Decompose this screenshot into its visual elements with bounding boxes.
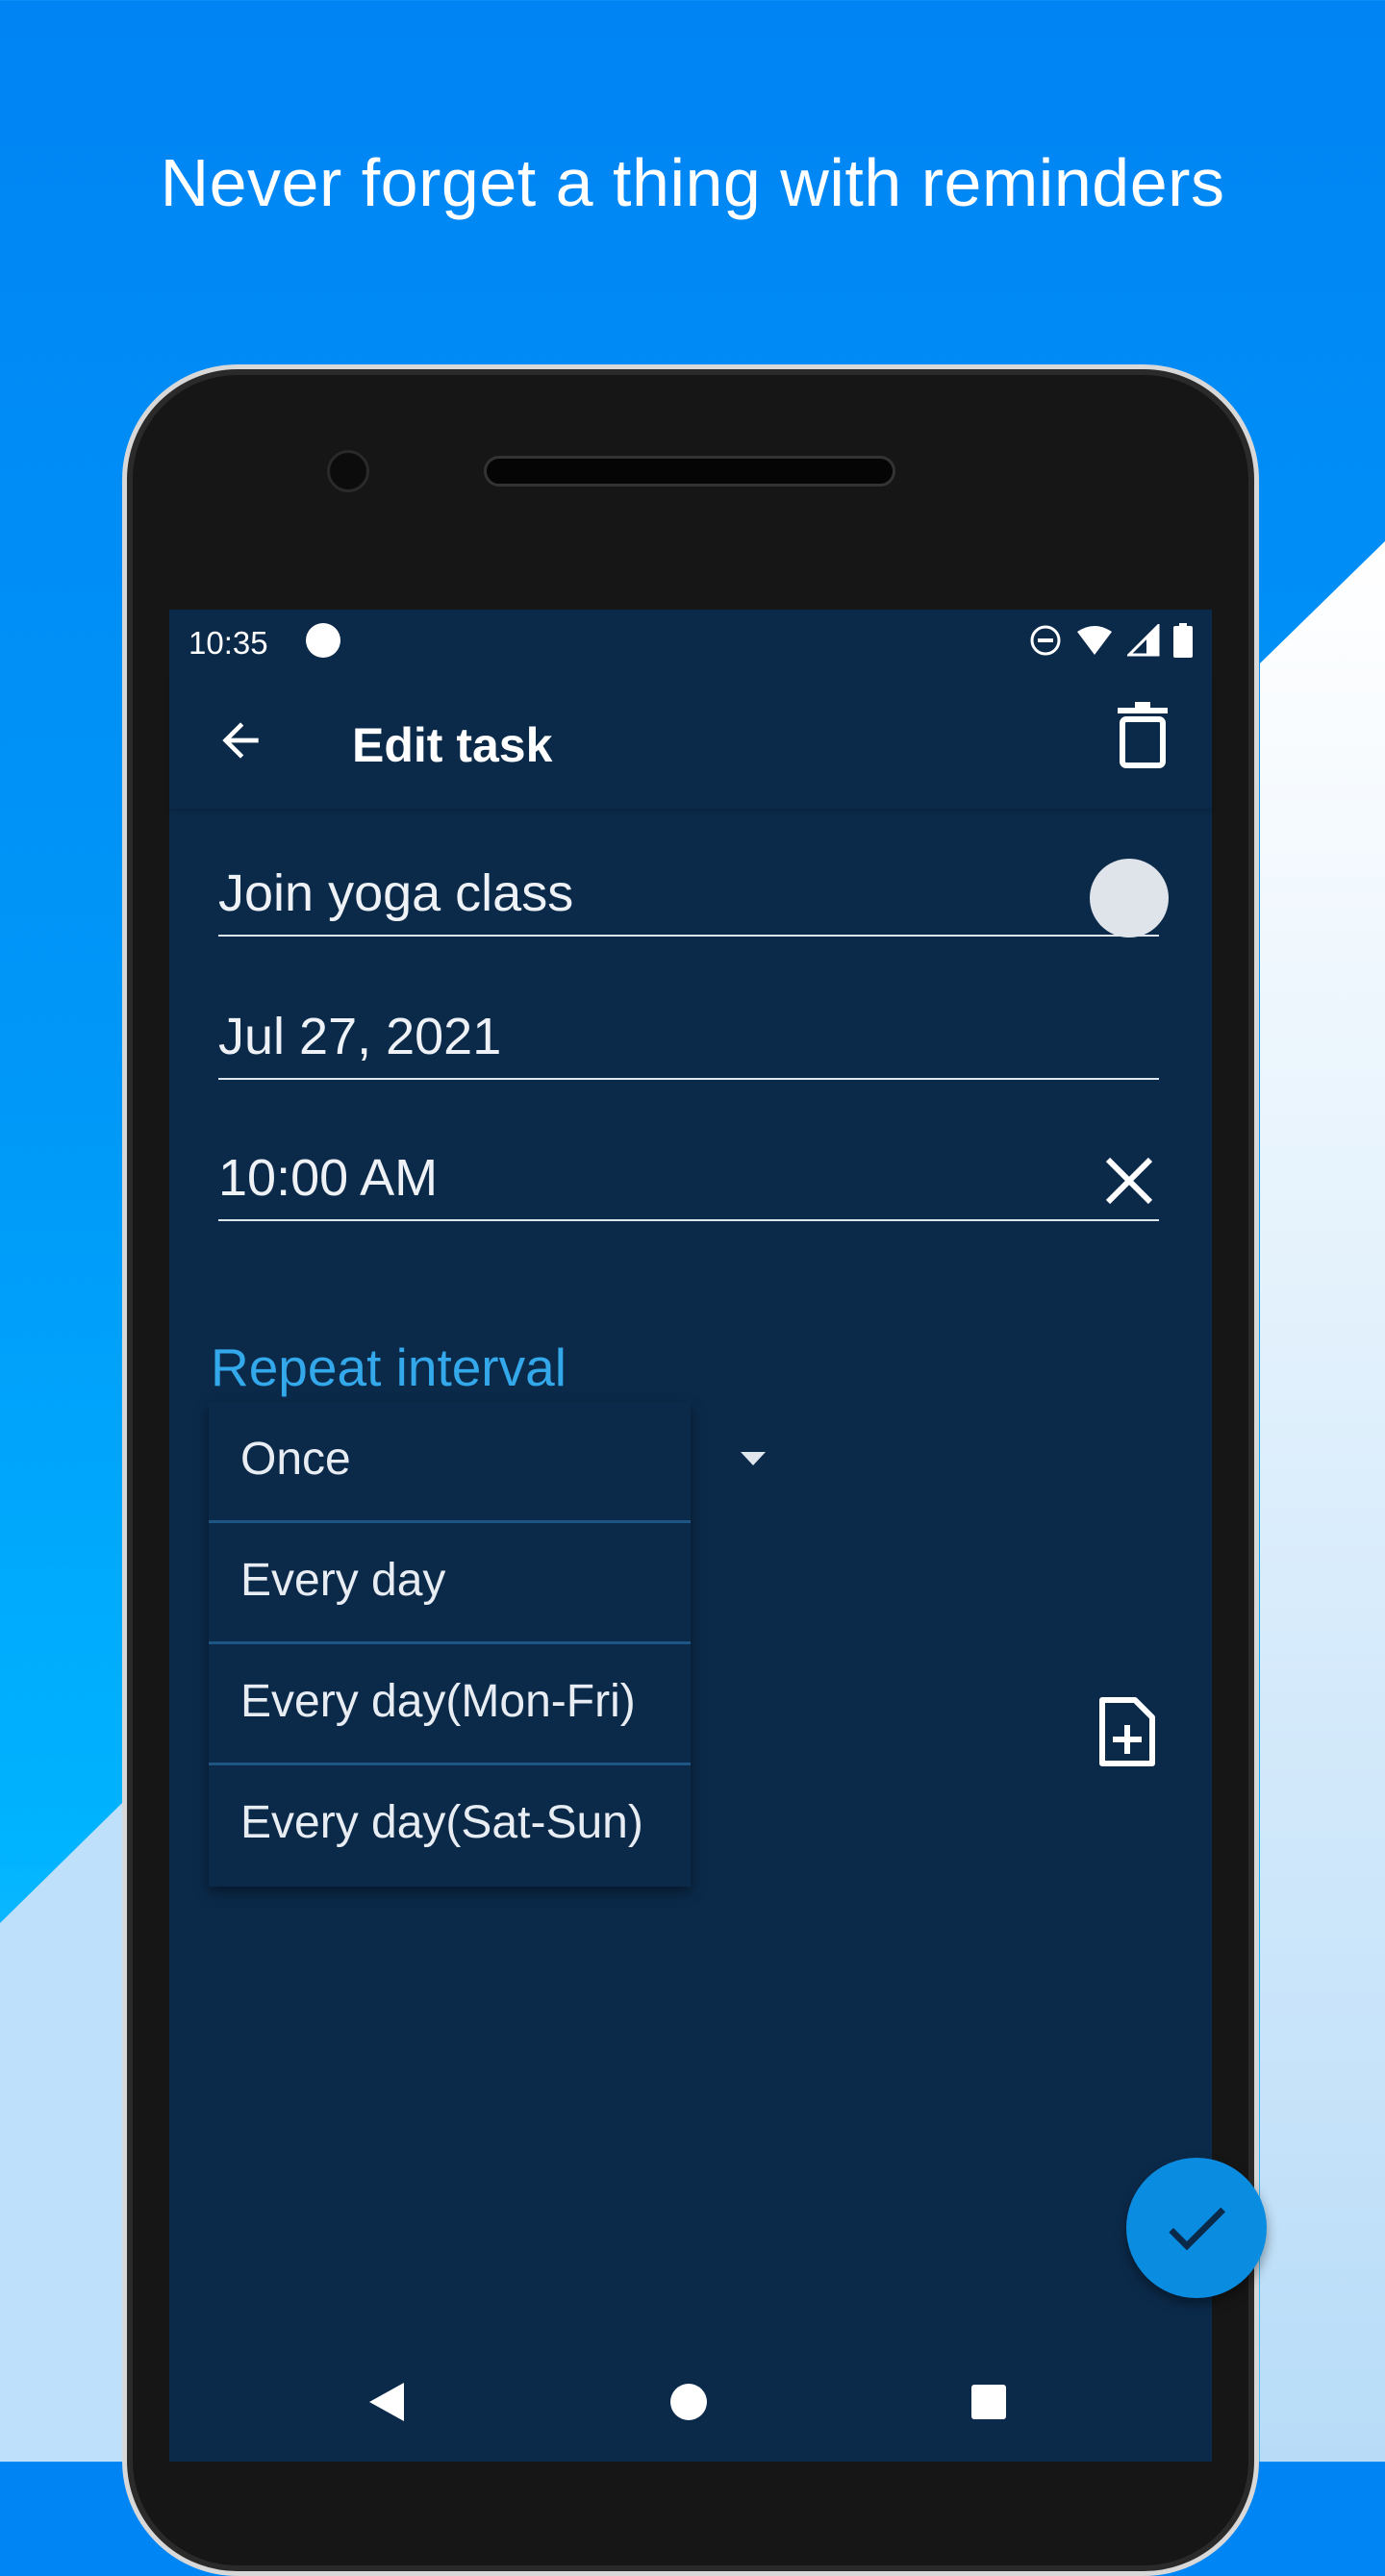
arrow-left-icon[interactable] — [214, 713, 267, 767]
file-add-icon[interactable] — [1098, 1696, 1156, 1767]
repeat-interval-label: Repeat interval — [211, 1338, 567, 1397]
time-field[interactable]: 10:00 AM — [218, 1148, 1159, 1221]
repeat-interval-dropdown: Once Every day Every day(Mon-Fri) Every … — [209, 1402, 691, 1887]
status-bar: 10:35 — [169, 610, 1212, 673]
task-name-input[interactable]: Join yoga class — [218, 863, 1159, 937]
status-time: 10:35 — [189, 625, 268, 661]
wifi-icon — [1077, 626, 1112, 655]
app-screen: 10:35 Edit task Join yoga class Jul 27, … — [169, 610, 1267, 2462]
signal-icon — [1127, 624, 1160, 657]
close-icon[interactable] — [1104, 1156, 1154, 1206]
dropdown-option-weekends[interactable]: Every day(Sat-Sun) — [209, 1765, 691, 1887]
nav-back-icon[interactable] — [367, 2381, 406, 2423]
camera — [327, 450, 369, 492]
do-not-disturb-icon — [1030, 625, 1061, 656]
navigation-bar — [169, 2350, 1212, 2450]
headline: Never forget a thing with reminders — [160, 145, 1225, 220]
dropdown-option-once[interactable]: Once — [209, 1402, 691, 1523]
chevron-down-icon[interactable] — [741, 1452, 766, 1465]
page-title: Edit task — [352, 718, 553, 772]
app-notification-icon — [306, 623, 340, 658]
trash-icon[interactable] — [1114, 702, 1171, 769]
battery-icon — [1173, 623, 1193, 658]
dropdown-option-every-day[interactable]: Every day — [209, 1523, 691, 1644]
nav-home-icon[interactable] — [669, 2381, 708, 2423]
toolbar: Edit task — [169, 673, 1212, 809]
nav-recents-icon[interactable] — [970, 2381, 1008, 2423]
speaker — [484, 456, 895, 487]
date-field[interactable]: Jul 27, 2021 — [218, 1007, 1159, 1080]
dropdown-option-weekdays[interactable]: Every day(Mon-Fri) — [209, 1644, 691, 1765]
checkmark-icon — [1169, 2207, 1225, 2251]
save-button[interactable] — [1126, 2158, 1267, 2298]
completion-toggle[interactable] — [1090, 859, 1169, 938]
